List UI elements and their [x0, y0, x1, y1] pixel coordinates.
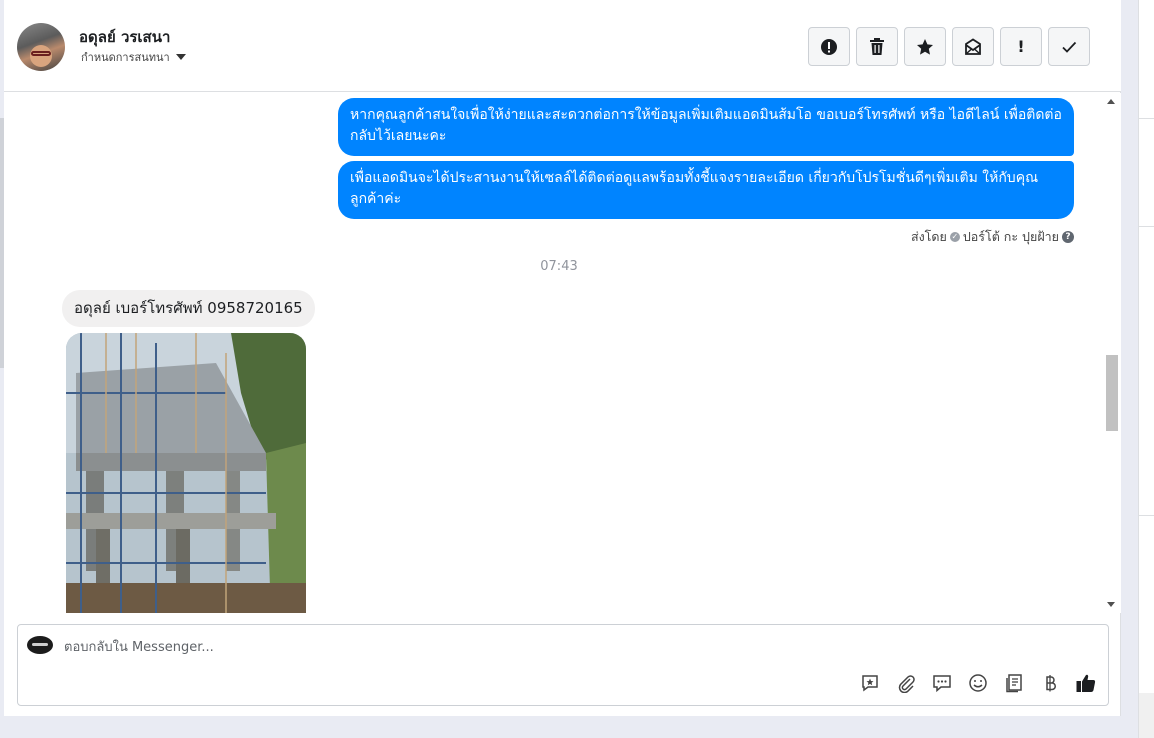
- caret-down-icon: [175, 54, 186, 60]
- notes-icon[interactable]: [1002, 671, 1026, 695]
- mark-done-button[interactable]: [1048, 27, 1090, 66]
- exclamation-icon: !: [1017, 37, 1025, 56]
- conversation-panel: อดุลย์ วรเสนา กำหนดการสนทนา ! หากคุณลูกค…: [4, 0, 1121, 716]
- scroll-down-icon[interactable]: [1107, 602, 1115, 607]
- sent-by-info: ส่งโดย ✓ ปอร์โต้ กะ ปุยฝ้าย ?: [911, 227, 1074, 247]
- contact-name[interactable]: อดุลย์ วรเสนา: [79, 25, 170, 49]
- mark-spam-button[interactable]: [808, 27, 850, 66]
- right-details-panel: [1138, 0, 1154, 738]
- assign-conversation-label: กำหนดการสนทนา: [81, 51, 170, 64]
- building-photo-image: [66, 333, 306, 613]
- chat-bubble-icon[interactable]: [930, 671, 954, 695]
- reply-input[interactable]: [64, 636, 864, 658]
- sent-by-name: ปอร์โต้ กะ ปุยฝ้าย: [962, 229, 1059, 244]
- attachment-icon[interactable]: [894, 671, 918, 695]
- trash-icon: [870, 37, 884, 55]
- side-divider: [1139, 118, 1154, 119]
- thumbs-up-icon[interactable]: [1074, 671, 1098, 695]
- verified-icon: ✓: [949, 232, 960, 242]
- check-icon: [1062, 41, 1077, 53]
- side-scroll-area: [1139, 693, 1154, 738]
- sent-by-prefix: ส่งโดย: [910, 229, 947, 244]
- incoming-message: อดุลย์ เบอร์โทรศัพท์ 0958720165: [62, 290, 315, 327]
- envelope-icon: [965, 37, 981, 55]
- composer-tools: [858, 671, 1098, 695]
- emoji-icon[interactable]: [966, 671, 990, 695]
- assign-conversation-dropdown[interactable]: กำหนดการสนทนา: [81, 48, 186, 66]
- contact-avatar[interactable]: [17, 23, 65, 71]
- incoming-photo[interactable]: [66, 333, 306, 613]
- star-button[interactable]: [904, 27, 946, 66]
- delete-button[interactable]: [856, 27, 898, 66]
- outgoing-message: เพื่อแอดมินจะได้ประสานงานให้เซลล์ได้ติดต…: [338, 161, 1074, 219]
- side-divider: [1139, 226, 1154, 227]
- message-thread: หากคุณลูกค้าสนใจเพื่อให้ง่ายและสะดวกต่อก…: [4, 93, 1104, 613]
- help-icon[interactable]: ?: [1062, 231, 1074, 243]
- scroll-up-icon[interactable]: [1107, 99, 1115, 104]
- scroll-thumb[interactable]: [1106, 355, 1118, 431]
- side-divider: [1139, 515, 1154, 516]
- exclamation-circle-icon: [821, 38, 837, 55]
- conversation-actions: !: [808, 27, 1090, 66]
- outgoing-message: หากคุณลูกค้าสนใจเพื่อให้ง่ายและสะดวกต่อก…: [338, 98, 1074, 156]
- star-icon: [917, 38, 933, 55]
- page-avatar: [27, 636, 53, 654]
- baht-icon[interactable]: [1038, 671, 1062, 695]
- message-composer: [17, 624, 1109, 706]
- message-timestamp: 07:43: [540, 259, 578, 274]
- follow-up-button[interactable]: !: [1000, 27, 1042, 66]
- mark-unread-button[interactable]: [952, 27, 994, 66]
- thread-scrollbar[interactable]: [1104, 93, 1121, 613]
- conversation-header: อดุลย์ วรเสนา กำหนดการสนทนา !: [4, 0, 1121, 92]
- saved-reply-icon[interactable]: [858, 671, 882, 695]
